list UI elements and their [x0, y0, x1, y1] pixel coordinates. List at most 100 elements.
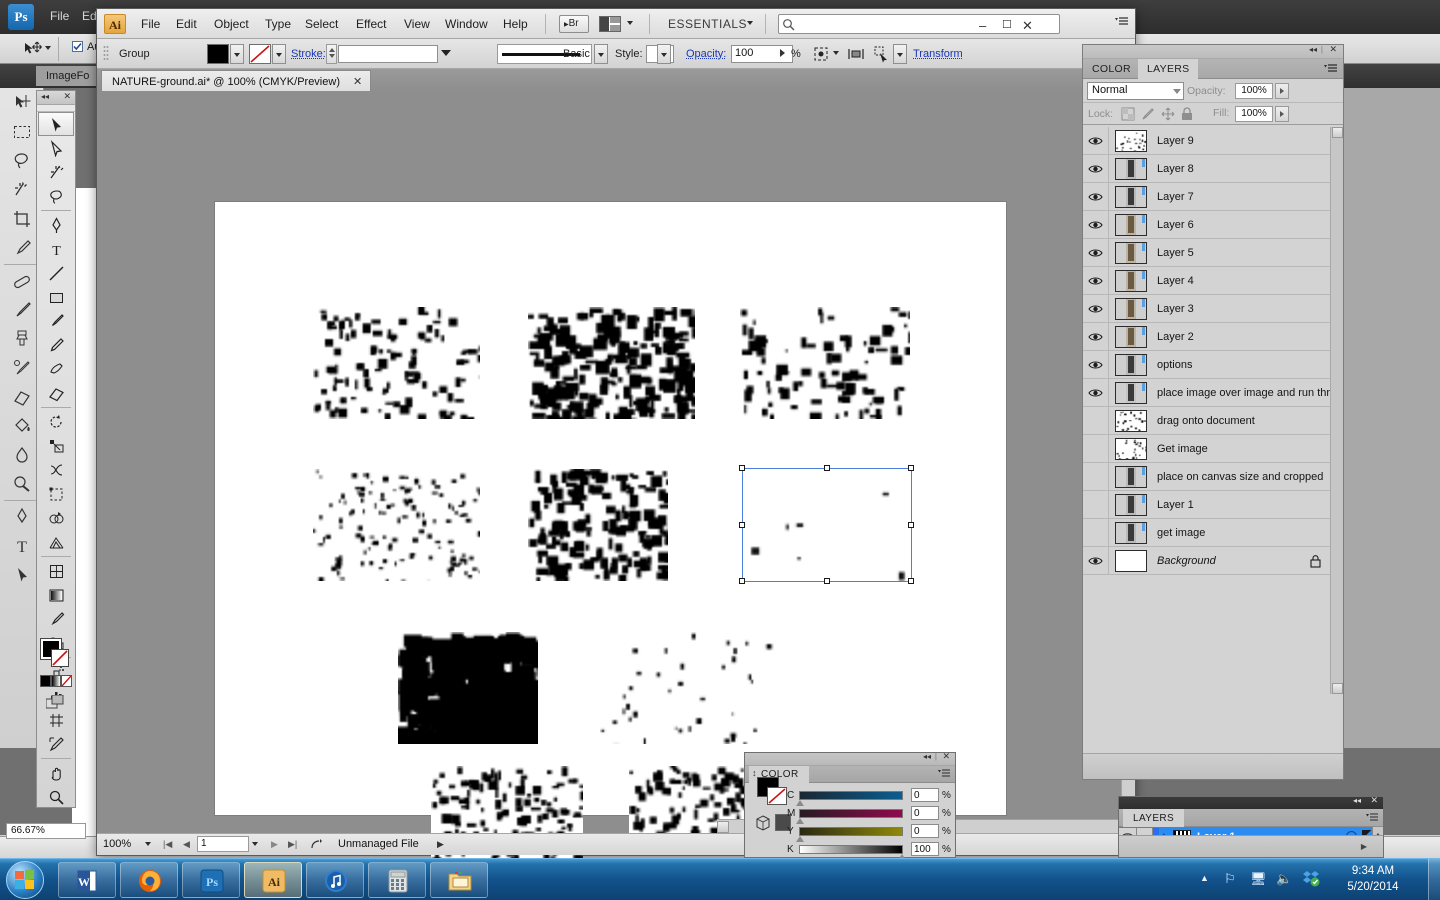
visibility-eye-icon[interactable]	[1083, 379, 1109, 407]
artwork-item[interactable]	[743, 469, 911, 581]
minimize-button[interactable]: –	[979, 18, 986, 33]
visibility-eye-icon[interactable]	[1083, 127, 1109, 155]
channel-value-y[interactable]: 0	[911, 824, 939, 838]
document-tab[interactable]: NATURE-ground.ai* @ 100% (CMYK/Preview) …	[101, 70, 371, 91]
layer-row[interactable]: Layer 5	[1083, 239, 1343, 267]
selection-handle[interactable]	[908, 522, 914, 528]
layer-row[interactable]: place image over image and run thr...	[1083, 379, 1343, 407]
slice-tool-icon[interactable]	[38, 732, 74, 756]
taskbar-button-word[interactable]: W	[58, 862, 116, 898]
artwork-item[interactable]	[313, 307, 480, 419]
layer-row[interactable]: drag onto document	[1083, 407, 1343, 435]
channel-value-m[interactable]: 0	[911, 806, 939, 820]
layer-row[interactable]: Layer 7	[1083, 183, 1343, 211]
collapse-icon[interactable]: ◂◂	[41, 92, 49, 101]
photoshop-zoom-field[interactable]: 66.67%	[6, 823, 86, 839]
visibility-eye-icon[interactable]	[1083, 323, 1109, 351]
free-transform-tool-icon[interactable]	[38, 482, 74, 506]
close-icon[interactable]: ✕	[1370, 795, 1378, 806]
show-hidden-icons-arrow[interactable]: ▲	[1200, 873, 1209, 883]
lasso-tool-icon[interactable]	[38, 184, 74, 208]
collapse-icon[interactable]: ◂◂	[1309, 45, 1317, 54]
artwork-item[interactable]	[528, 469, 668, 581]
visibility-eye-icon[interactable]	[1083, 295, 1109, 323]
channel-slider-y[interactable]	[799, 827, 903, 836]
menu-help[interactable]: Help	[503, 17, 528, 31]
color-panel-titlebar[interactable]: ◂◂ | ✕	[745, 753, 955, 766]
stroke-weight-caret[interactable]	[441, 50, 451, 56]
menu-type[interactable]: Type	[265, 17, 291, 31]
opacity-label[interactable]: Opacity:	[686, 48, 726, 60]
volume-icon[interactable]: 🔈	[1276, 871, 1292, 887]
color-button[interactable]	[40, 675, 51, 687]
stroke-weight-field[interactable]	[338, 45, 438, 63]
visibility-eye-icon[interactable]	[1083, 547, 1109, 575]
layer-row[interactable]: options	[1083, 351, 1343, 379]
ps-menu-file[interactable]: File	[50, 9, 69, 23]
gradient-button[interactable]	[51, 675, 62, 687]
visibility-eye-icon[interactable]	[1083, 267, 1109, 295]
selection-handle[interactable]	[739, 578, 745, 584]
tab-layers[interactable]: LAYERS	[1138, 59, 1198, 79]
pencil-tool-icon[interactable]	[38, 333, 74, 357]
layer-row[interactable]: Layer 9	[1083, 127, 1343, 155]
channel-value-c[interactable]: 0	[911, 788, 939, 802]
graphic-style-dropdown[interactable]	[657, 44, 671, 64]
scroll-up-arrow-icon[interactable]	[1332, 127, 1343, 138]
stroke-color-swatch[interactable]	[249, 44, 271, 64]
fill-swatch-dropdown[interactable]	[230, 44, 244, 64]
selection-tool-icon[interactable]	[38, 112, 74, 136]
visibility-eye-icon[interactable]	[1083, 239, 1109, 267]
bridge-button[interactable]: ▶Br	[559, 15, 589, 33]
panel-menu-icon[interactable]	[1115, 15, 1129, 32]
action-center-flag-icon[interactable]: ⚐	[1224, 871, 1236, 887]
layer-row[interactable]: Background	[1083, 547, 1343, 575]
menu-window[interactable]: Window	[445, 17, 488, 31]
taskbar-button-itunes[interactable]	[306, 862, 364, 898]
blob-brush-tool-icon[interactable]	[38, 357, 74, 381]
next-artboard-icon[interactable]: ▶	[271, 839, 278, 850]
workspace-caret-icon[interactable]	[747, 21, 753, 25]
artboard-number-field[interactable]: 1	[197, 836, 249, 852]
first-artboard-icon[interactable]: |◀	[163, 839, 172, 850]
rectangle-tool-icon[interactable]	[38, 285, 74, 309]
tools-panel-grip[interactable]	[37, 105, 75, 112]
artwork-item[interactable]	[600, 632, 775, 744]
brush-definition-dropdown[interactable]	[594, 44, 608, 64]
artwork-item[interactable]	[398, 632, 538, 744]
fill-color-swatch[interactable]	[207, 44, 229, 64]
scroll-left-arrow-icon[interactable]	[717, 821, 729, 833]
collapse-icon[interactable]: ◂◂	[923, 752, 931, 761]
artboard-tool-icon[interactable]	[38, 708, 74, 732]
visibility-eye-icon[interactable]	[1083, 183, 1109, 211]
selection-handle[interactable]	[908, 578, 914, 584]
ai-layers-titlebar[interactable]: ◂◂ ✕	[1119, 797, 1383, 809]
width-tool-icon[interactable]	[38, 458, 74, 482]
taskbar-button-illustrator[interactable]: Ai	[244, 862, 302, 898]
taskbar-button-firefox[interactable]	[120, 862, 178, 898]
tab-color[interactable]: COLOR	[1083, 59, 1140, 79]
fill-flyout-button[interactable]	[1275, 106, 1289, 122]
magic-wand-tool-icon[interactable]	[38, 160, 74, 184]
status-text[interactable]: Unmanaged File	[338, 838, 419, 850]
stroke-weight-stepper[interactable]	[326, 44, 337, 64]
menu-object[interactable]: Object	[214, 17, 249, 31]
close-icon[interactable]: ✕	[353, 76, 362, 88]
layer-row[interactable]: Layer 4	[1083, 267, 1343, 295]
tools-panel-header[interactable]: ◂◂ ✕	[37, 91, 75, 105]
direct-selection-tool-icon[interactable]	[38, 136, 74, 160]
stroke-swatch[interactable]	[51, 649, 69, 667]
show-desktop-button[interactable]	[1428, 859, 1440, 900]
selection-handle[interactable]	[824, 578, 830, 584]
selection-handle[interactable]	[824, 465, 830, 471]
zoom-level[interactable]: 100%	[103, 838, 131, 850]
visibility-eye-icon[interactable]	[1083, 463, 1109, 491]
artwork-item[interactable]	[313, 469, 480, 581]
fill-value[interactable]: 100%	[1235, 106, 1273, 122]
ai-layers-flyout-caret[interactable]: ▶	[1361, 842, 1367, 851]
opacity-flyout-caret[interactable]	[780, 49, 785, 57]
tab-layers[interactable]: LAYERS	[1123, 809, 1184, 827]
photoshop-document-tab[interactable]: ImageFo	[36, 66, 99, 86]
rotate-tool-icon[interactable]	[38, 410, 74, 434]
scroll-down-arrow-icon[interactable]	[1332, 683, 1343, 694]
